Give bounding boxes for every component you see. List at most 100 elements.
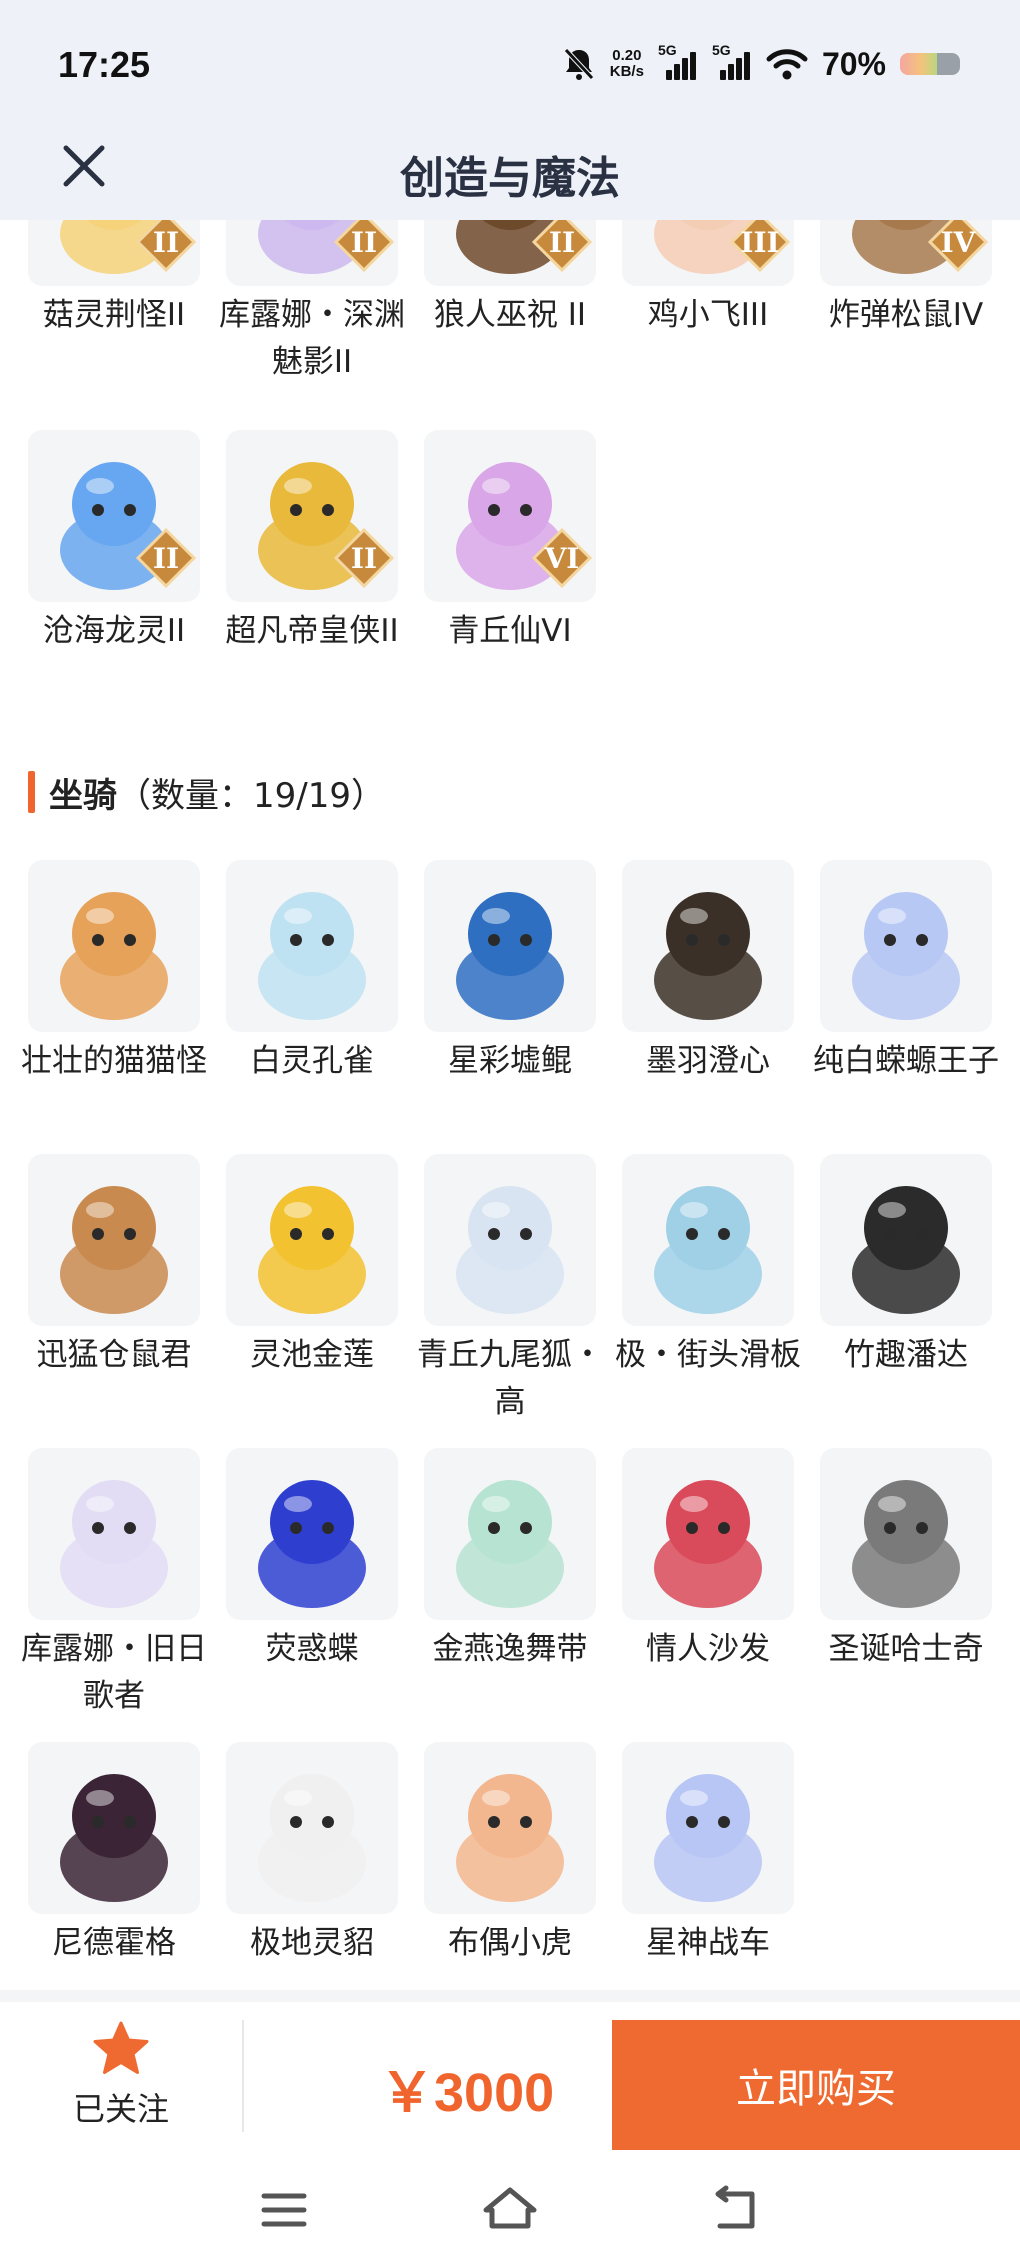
buy-now-button[interactable]: 立即购买 bbox=[612, 2020, 1020, 2150]
item-thumbnail: II bbox=[28, 220, 200, 286]
item-thumbnail bbox=[424, 1742, 596, 1914]
item-name: 纯白蝾螈王子 bbox=[813, 1043, 999, 1079]
item-thumbnail bbox=[424, 860, 596, 1032]
grid-item[interactable]: 竹趣潘达 bbox=[820, 1154, 992, 1379]
tier-badge-label: II bbox=[153, 226, 179, 259]
grid-item[interactable]: 灵池金莲 bbox=[226, 1154, 398, 1379]
panda-icon bbox=[852, 1186, 960, 1314]
network-speed-value: 0.20 bbox=[612, 47, 642, 64]
tier-badge-label: II bbox=[549, 226, 575, 259]
status-time: 17:25 bbox=[58, 44, 151, 85]
item-name: 情人沙发 bbox=[646, 1631, 770, 1667]
item-name: 星神战车 bbox=[646, 1925, 770, 1961]
item-name: 沧海龙灵II bbox=[42, 613, 186, 649]
signal-5g-2-icon: 5G bbox=[712, 42, 752, 82]
grid-item[interactable]: 星彩墟鲲 bbox=[424, 860, 596, 1085]
price: ￥3000 bbox=[380, 2063, 555, 2123]
axolotl-prince-icon bbox=[852, 892, 960, 1020]
tier-badge-label: II bbox=[351, 226, 377, 259]
blue-butterfly-icon bbox=[258, 1480, 366, 1608]
item-thumbnail bbox=[622, 860, 794, 1032]
item-name: 库露娜・深渊魅影II bbox=[219, 297, 405, 380]
item-thumbnail bbox=[820, 1448, 992, 1620]
qingqiu-fairy-icon: VI bbox=[456, 462, 593, 590]
battery-percent: 70% bbox=[821, 45, 886, 82]
item-thumbnail bbox=[28, 1742, 200, 1914]
grid-item[interactable]: 尼德霍格 bbox=[28, 1742, 200, 1967]
item-name: 墨羽澄心 bbox=[646, 1043, 770, 1079]
emperor-knight-icon: II bbox=[258, 462, 395, 590]
item-thumbnail bbox=[226, 1448, 398, 1620]
item-thumbnail bbox=[622, 1742, 794, 1914]
grid-item[interactable]: 墨羽澄心 bbox=[622, 860, 794, 1085]
back-button[interactable] bbox=[706, 2180, 766, 2240]
christmas-husky-icon bbox=[852, 1480, 960, 1608]
wifi-icon bbox=[766, 49, 808, 80]
home-button[interactable] bbox=[480, 2180, 540, 2240]
item-thumbnail bbox=[424, 1154, 596, 1326]
grid-item[interactable]: II 菇灵荆怪II bbox=[28, 220, 200, 339]
grid-item[interactable]: 青丘九尾狐・高 bbox=[417, 1154, 603, 1426]
star-icon bbox=[93, 2021, 149, 2074]
cloth-tiger-icon bbox=[456, 1774, 564, 1902]
item-thumbnail bbox=[622, 1154, 794, 1326]
item-thumbnail bbox=[622, 1448, 794, 1620]
item-thumbnail: II bbox=[226, 220, 398, 286]
polar-mink-icon bbox=[258, 1774, 366, 1902]
grid-item[interactable]: VI 青丘仙VI bbox=[424, 430, 596, 655]
title-bar: 创造与魔法 bbox=[0, 120, 1020, 220]
grid-item[interactable]: IV 炸弹松鼠IV bbox=[820, 220, 992, 339]
grid-item[interactable]: II 超凡帝皇侠II bbox=[225, 430, 399, 655]
signal-2-label: 5G bbox=[711, 42, 731, 58]
item-name: 菇灵荆怪II bbox=[42, 297, 186, 333]
follow-button[interactable]: 已关注 bbox=[0, 2002, 242, 2148]
item-name: 壮壮的猫猫怪 bbox=[21, 1043, 207, 1079]
network-speed: 0.20 KB/s bbox=[610, 48, 644, 80]
item-name: 极・街头滑板 bbox=[615, 1337, 801, 1373]
item-thumbnail bbox=[424, 1448, 596, 1620]
grid-item[interactable]: 金燕逸舞带 bbox=[424, 1448, 596, 1673]
status-bar: 17:25 0.20 KB/s 5G 5G 70% bbox=[0, 0, 1020, 120]
grid-item[interactable]: 情人沙发 bbox=[622, 1448, 794, 1673]
sea-dragon-spirit-icon: II bbox=[60, 462, 197, 590]
grid-item[interactable]: 圣诞哈士奇 bbox=[820, 1448, 992, 1673]
swallow-ribbon-icon bbox=[456, 1480, 564, 1608]
item-thumbnail bbox=[820, 860, 992, 1032]
section-accent-bar bbox=[28, 771, 35, 813]
grid-item[interactable]: 星神战车 bbox=[622, 1742, 794, 1967]
grid-item[interactable]: 荧惑蝶 bbox=[226, 1448, 398, 1673]
grid-item[interactable]: II 狼人巫祝 II bbox=[424, 220, 596, 339]
grid-item[interactable]: II 沧海龙灵II bbox=[28, 430, 200, 655]
grid-item[interactable]: 极地灵貂 bbox=[226, 1742, 398, 1967]
tier-badge-label: II bbox=[153, 542, 179, 575]
white-peacock-icon bbox=[258, 892, 366, 1020]
grid-item[interactable]: 布偶小虎 bbox=[424, 1742, 596, 1967]
grid-item[interactable]: 库露娜・旧日歌者 bbox=[21, 1448, 207, 1720]
grid-item[interactable]: III 鸡小飞III bbox=[622, 220, 794, 339]
grid-item[interactable]: 壮壮的猫猫怪 bbox=[21, 860, 207, 1085]
grid-item[interactable]: 极・街头滑板 bbox=[615, 1154, 801, 1379]
item-name: 竹趣潘达 bbox=[844, 1337, 968, 1373]
item-grid-area[interactable]: II 菇灵荆怪II II 库露娜・深渊魅影II II 狼人巫祝 II III 鸡小飞III IV… bbox=[0, 220, 1020, 1990]
item-name: 金燕逸舞带 bbox=[432, 1631, 588, 1667]
item-name: 库露娜・旧日歌者 bbox=[21, 1631, 207, 1714]
star-chariot-icon bbox=[654, 1774, 762, 1902]
menu-button[interactable] bbox=[254, 2180, 314, 2240]
item-thumbnail: II bbox=[28, 430, 200, 602]
item-name: 鸡小飞III bbox=[647, 297, 769, 333]
skateboard-icon bbox=[654, 1186, 762, 1314]
item-name: 极地灵貂 bbox=[250, 1925, 374, 1961]
werewolf-shaman-icon: II bbox=[456, 220, 593, 274]
grid-item[interactable]: 白灵孔雀 bbox=[226, 860, 398, 1085]
grid-item[interactable]: 纯白蝾螈王子 bbox=[813, 860, 999, 1085]
divider bbox=[0, 1990, 1020, 2002]
signal-1-label: 5G bbox=[657, 42, 677, 58]
grid-item[interactable]: II 库露娜・深渊魅影II bbox=[219, 220, 405, 386]
item-thumbnail bbox=[28, 860, 200, 1032]
item-name: 狼人巫祝 II bbox=[433, 297, 587, 333]
grid-item[interactable]: 迅猛仓鼠君 bbox=[28, 1154, 200, 1379]
tier-badge-label: II bbox=[351, 542, 377, 575]
vertical-divider bbox=[242, 2020, 244, 2132]
mounts-section-count: （数量：19/19） bbox=[117, 775, 385, 816]
nine-tail-fox-icon bbox=[456, 1186, 564, 1314]
